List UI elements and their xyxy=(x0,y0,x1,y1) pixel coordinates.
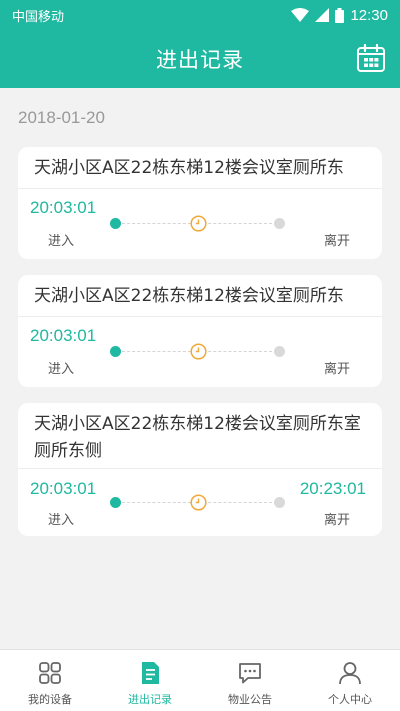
exit-time: 20:23:01 xyxy=(299,479,366,498)
battery-icon xyxy=(335,7,345,23)
app-header: 进出记录 xyxy=(0,30,400,88)
divider xyxy=(18,468,382,469)
entry-time: 20:03:01 xyxy=(30,479,97,498)
tab-personal-center[interactable]: 个人中心 xyxy=(300,650,400,711)
exit-dot xyxy=(274,346,285,357)
document-icon xyxy=(142,662,159,684)
divider xyxy=(18,316,382,317)
entry-dot xyxy=(110,346,121,357)
status-time: 12:30 xyxy=(350,6,388,24)
calendar-icon[interactable] xyxy=(356,43,386,73)
record-card[interactable]: 天湖小区A区22栋东梯12楼会议室厕所东室厕所东侧 20:03:01 20:23… xyxy=(18,403,382,536)
carrier-name: 中国移动 xyxy=(12,9,65,25)
message-icon xyxy=(239,663,261,684)
page-title: 进出记录 xyxy=(156,48,244,72)
user-icon xyxy=(339,662,361,685)
wifi-icon xyxy=(291,8,310,22)
record-card[interactable]: 天湖小区A区22栋东梯12楼会议室厕所东 20:03:01 进入 离开 xyxy=(18,275,382,387)
record-location: 天湖小区A区22栋东梯12楼会议室厕所东室厕所东侧 xyxy=(34,414,361,461)
exit-dot xyxy=(274,218,285,229)
clock-icon xyxy=(190,215,207,232)
tab-property-notices[interactable]: 物业公告 xyxy=(200,650,300,711)
entry-dot xyxy=(110,218,121,229)
exit-label: 离开 xyxy=(323,234,350,249)
exit-label: 离开 xyxy=(323,513,350,528)
record-location: 天湖小区A区22栋东梯12楼会议室厕所东 xyxy=(34,158,344,178)
signal-icon xyxy=(315,8,330,22)
tab-label: 我的设备 xyxy=(28,693,72,706)
tab-label: 物业公告 xyxy=(228,693,272,706)
entry-label: 进入 xyxy=(48,234,75,249)
grid-icon xyxy=(39,662,61,684)
entry-time: 20:03:01 xyxy=(30,326,97,345)
date-header: 2018-01-20 xyxy=(18,108,105,127)
clock-icon xyxy=(190,494,207,511)
record-card[interactable]: 天湖小区A区22栋东梯12楼会议室厕所东 20:03:01 进入 离开 xyxy=(18,147,382,259)
bottom-tab-bar: 我的设备 进出记录 物业公告 个人中心 xyxy=(0,649,400,711)
divider xyxy=(18,188,382,189)
tab-label: 进出记录 xyxy=(128,693,172,706)
tab-access-records[interactable]: 进出记录 xyxy=(100,650,200,711)
record-list: 2018-01-20 天湖小区A区22栋东梯12楼会议室厕所东 20:03:01… xyxy=(0,88,400,649)
status-bar: 中国移动 12:30 xyxy=(0,0,400,30)
entry-time: 20:03:01 xyxy=(30,198,97,217)
tab-my-devices[interactable]: 我的设备 xyxy=(0,650,100,711)
record-location: 天湖小区A区22栋东梯12楼会议室厕所东 xyxy=(34,286,344,306)
status-indicators: 12:30 xyxy=(291,7,388,24)
tab-label: 个人中心 xyxy=(328,693,372,706)
exit-label: 离开 xyxy=(323,362,350,377)
exit-dot xyxy=(274,497,285,508)
entry-label: 进入 xyxy=(48,513,75,528)
clock-icon xyxy=(190,343,207,360)
entry-label: 进入 xyxy=(48,362,75,377)
entry-dot xyxy=(110,497,121,508)
